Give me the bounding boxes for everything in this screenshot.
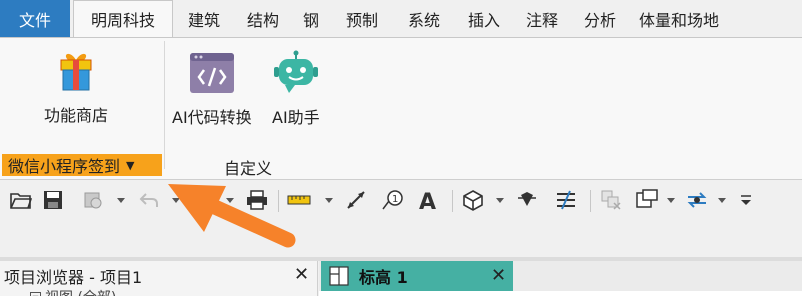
toolbar-separator <box>590 190 591 212</box>
ai-assistant-label: AI助手 <box>272 108 320 127</box>
sync-icon[interactable] <box>80 187 106 213</box>
toolbar-empty-area <box>0 218 802 257</box>
undo-icon[interactable] <box>136 187 162 213</box>
thin-lines-icon[interactable] <box>553 187 579 213</box>
tab-massing-site[interactable]: 体量和场地 <box>629 0 729 37</box>
switch-windows-dropdown-caret[interactable] <box>667 198 675 203</box>
tab-annotate[interactable]: 注释 <box>513 0 571 37</box>
text-icon[interactable]: A <box>415 187 441 213</box>
ai-code-convert-label: AI代码转换 <box>172 108 252 127</box>
ai-assistant-button[interactable]: AI助手 <box>272 50 320 128</box>
tab-insert[interactable]: 插入 <box>455 0 513 37</box>
tab-steel[interactable]: 钢 <box>291 0 331 37</box>
close-icon[interactable]: ✕ <box>294 266 309 284</box>
toolbar-separator <box>452 190 453 212</box>
measure-icon[interactable] <box>286 187 312 213</box>
user-interface-icon[interactable] <box>684 187 710 213</box>
tag-icon[interactable]: 1 <box>380 187 406 213</box>
tree-row-label: 视图 (全部) <box>45 287 116 296</box>
tab-structure[interactable]: 结构 <box>235 0 291 37</box>
ribbon-tab-bar: 文件 明周科技 建筑 结构 钢 预制 系统 插入 注释 分析 体量和场地 <box>0 0 802 37</box>
save-icon[interactable] <box>40 187 66 213</box>
collapse-icon[interactable]: − <box>30 291 41 296</box>
3d-view-icon[interactable] <box>460 187 486 213</box>
dimension-icon[interactable] <box>343 187 369 213</box>
print-icon[interactable] <box>244 187 270 213</box>
project-browser-title: 项目浏览器 - 项目1 <box>4 268 143 287</box>
view-canvas[interactable] <box>319 291 802 296</box>
sync-dropdown-caret[interactable] <box>117 198 125 203</box>
svg-text:A: A <box>419 190 436 211</box>
wechat-checkin-dropdown[interactable]: 微信小程序签到 ▼ <box>2 154 162 176</box>
tab-file[interactable]: 文件 <box>0 0 70 37</box>
open-folder-icon[interactable] <box>8 187 34 213</box>
wechat-checkin-label: 微信小程序签到 <box>8 157 121 176</box>
robot-icon <box>273 50 318 93</box>
ai-code-convert-button[interactable]: AI代码转换 <box>172 52 252 128</box>
toolbar-separator <box>278 190 279 212</box>
view-tab-level-1[interactable]: 标高 1 ✕ <box>321 261 513 291</box>
section-icon[interactable] <box>514 187 540 213</box>
svg-text:1: 1 <box>392 194 398 205</box>
caret-down-icon: ▼ <box>126 158 135 172</box>
user-interface-dropdown-caret[interactable] <box>718 198 726 203</box>
tab-mingzhou-tech[interactable]: 明周科技 <box>73 0 173 37</box>
tab-systems[interactable]: 系统 <box>393 0 455 37</box>
feature-store-label: 功能商店 <box>44 106 109 125</box>
tab-analyze[interactable]: 分析 <box>571 0 629 37</box>
close-hidden-icon[interactable] <box>598 187 624 213</box>
tree-row-views[interactable]: − 视图 (全部) <box>30 287 116 296</box>
ribbon-panel: 功能商店 AI代码转换 AI助手 微信小程序签到 ▼ 自定义 <box>0 37 802 180</box>
undo-dropdown-caret[interactable] <box>172 198 180 203</box>
3d-view-dropdown-caret[interactable] <box>496 198 504 203</box>
project-browser: 项目浏览器 - 项目1 ✕ − 视图 (全部) <box>0 261 318 296</box>
code-window-icon <box>189 53 234 93</box>
group-separator <box>164 41 165 169</box>
revit-window: 文件 明周科技 建筑 结构 钢 预制 系统 插入 注释 分析 体量和场地 功能商… <box>0 0 802 296</box>
measure-dropdown-caret[interactable] <box>325 198 333 203</box>
gift-box-icon <box>60 53 92 91</box>
view-area: 标高 1 ✕ <box>319 261 802 296</box>
customize-toolbar-icon[interactable] <box>733 187 759 213</box>
quick-access-toolbar: 1 A <box>0 181 802 218</box>
custom-group-label: 自定义 <box>224 159 273 178</box>
view-tab-label: 标高 1 <box>359 268 408 287</box>
tab-architecture[interactable]: 建筑 <box>173 0 235 37</box>
switch-windows-icon[interactable] <box>634 187 660 213</box>
tab-precast[interactable]: 预制 <box>331 0 393 37</box>
close-icon[interactable]: ✕ <box>491 267 506 285</box>
floor-plan-icon <box>329 266 349 286</box>
feature-store-button[interactable]: 功能商店 <box>44 50 108 126</box>
redo-dropdown-caret[interactable] <box>226 198 234 203</box>
